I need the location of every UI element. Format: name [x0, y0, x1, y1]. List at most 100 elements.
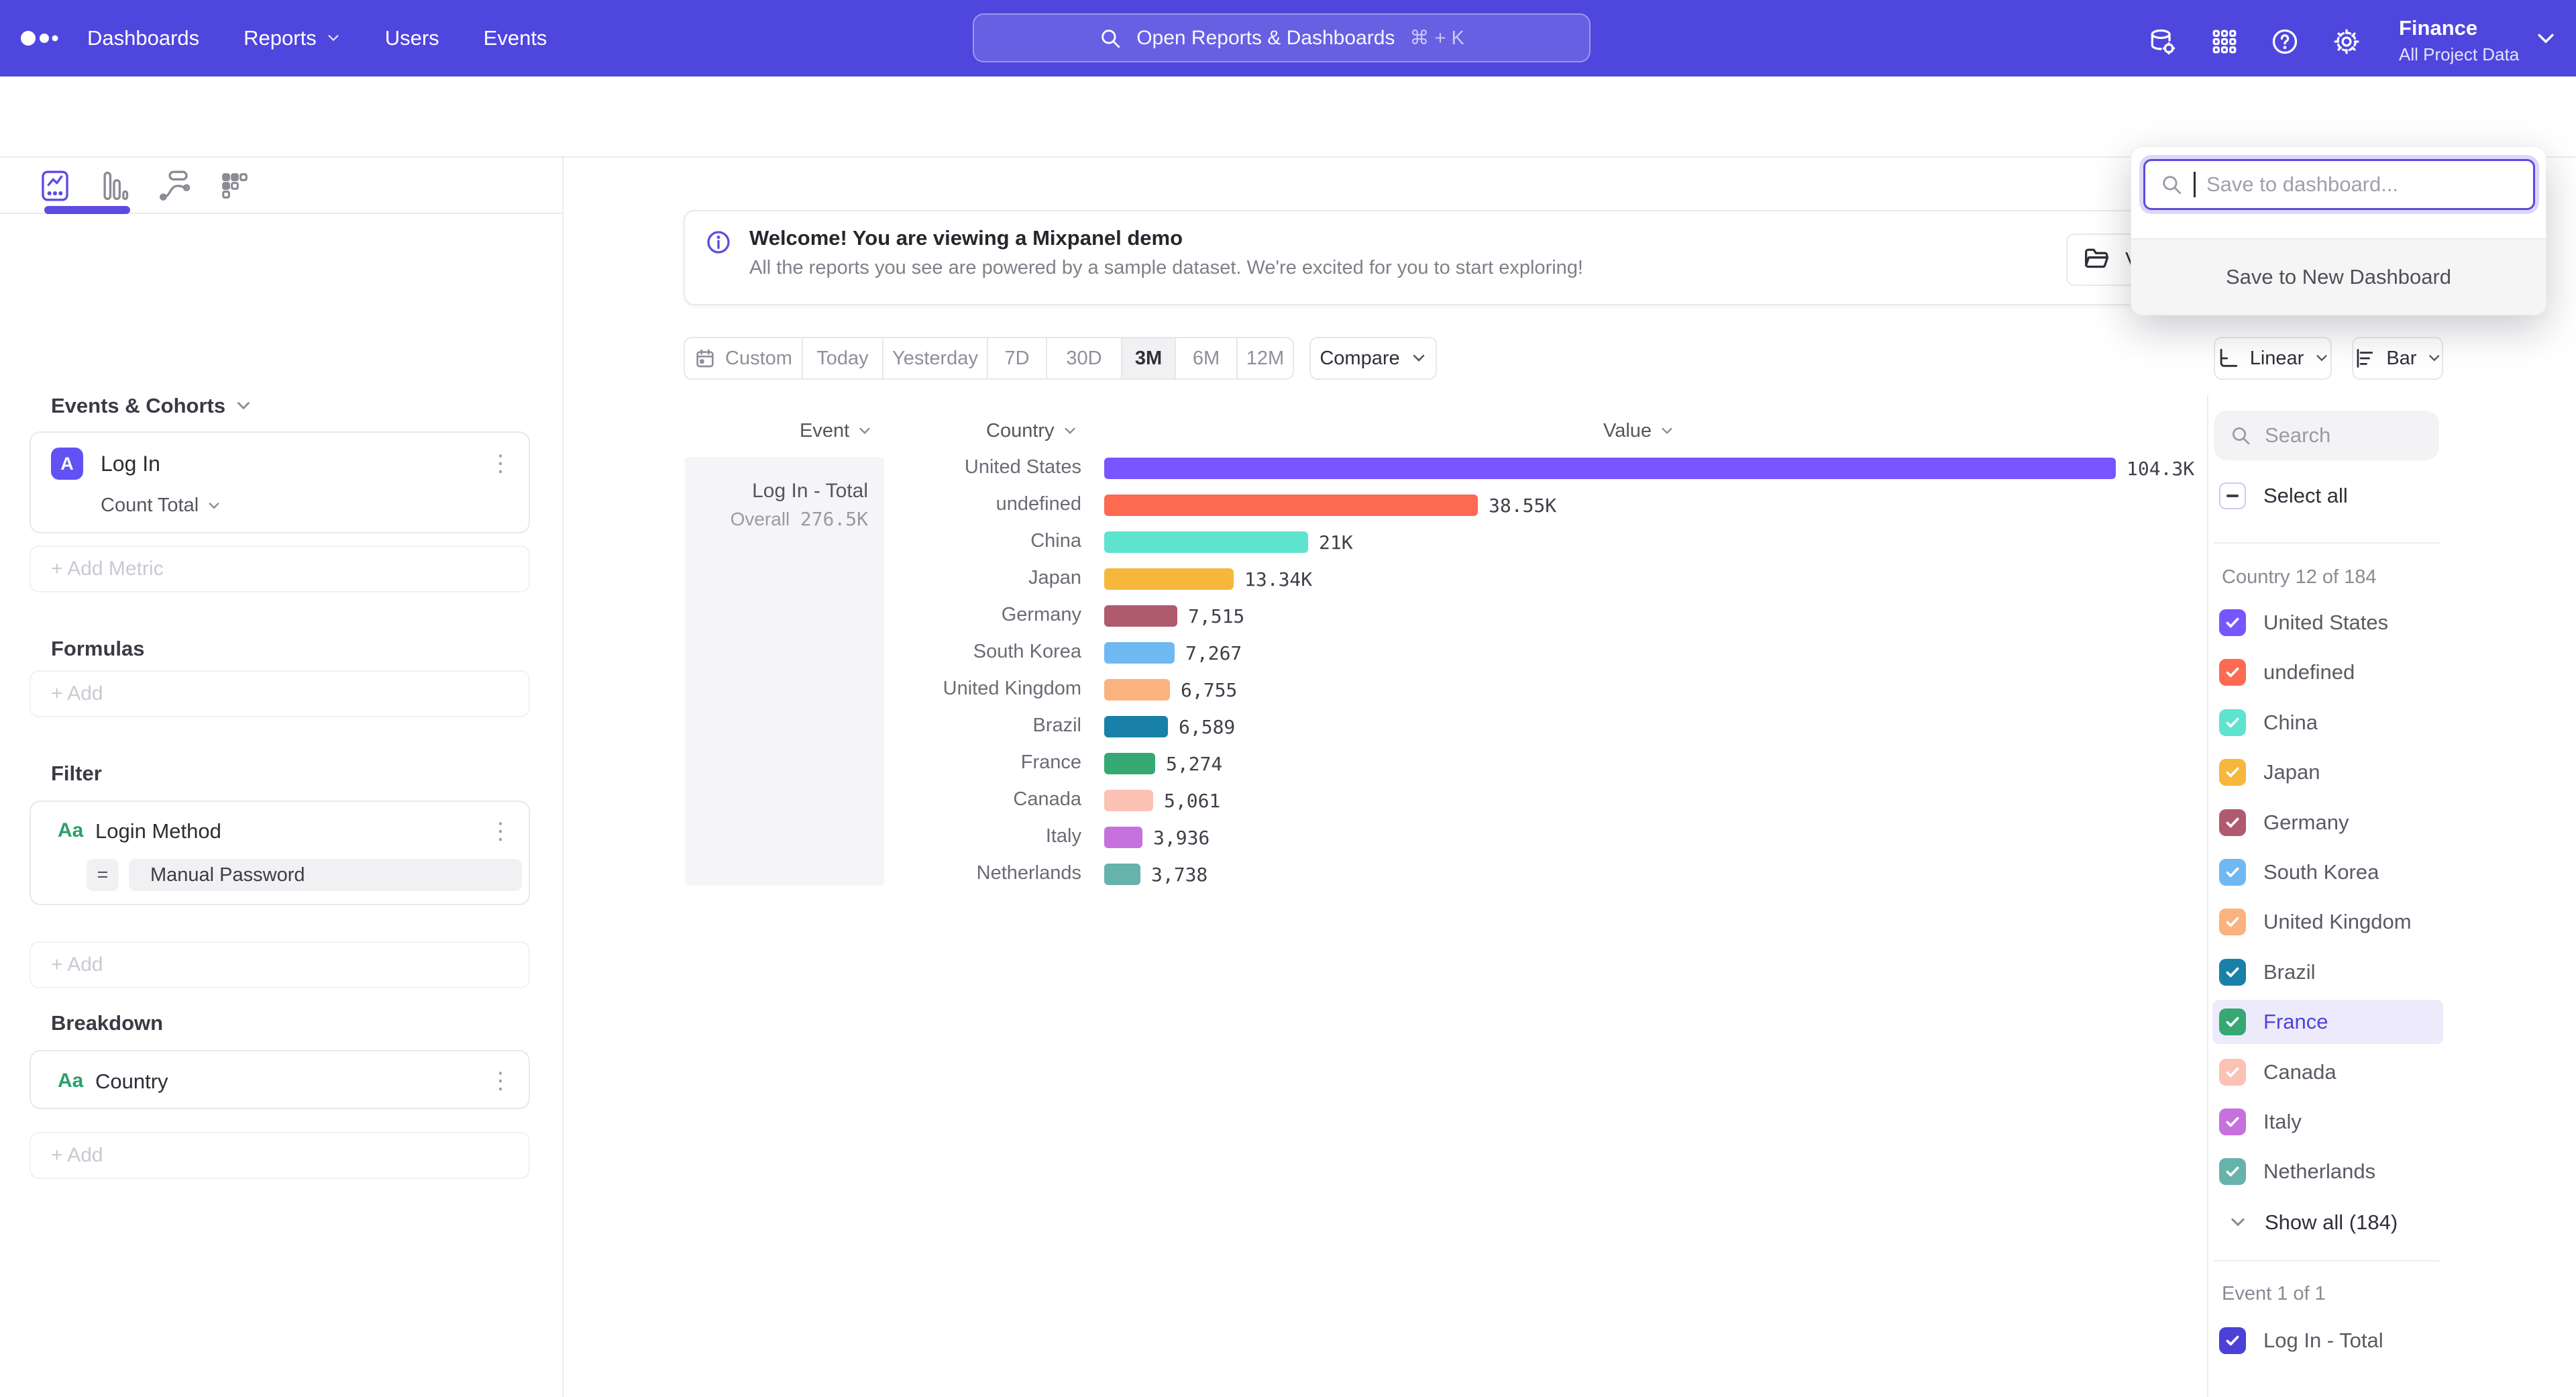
legend-item-japan[interactable]: Japan [2212, 750, 2443, 794]
select-all-row[interactable]: Select all [2212, 474, 2443, 518]
compare-button[interactable]: Compare [1309, 337, 1437, 380]
legend-item-netherlands[interactable]: Netherlands [2212, 1149, 2443, 1194]
bar-value-label: 104.3K [2127, 458, 2194, 480]
bar-brazil[interactable] [1104, 716, 1168, 737]
tab-insights[interactable] [36, 168, 74, 203]
mixpanel-logo-icon[interactable] [19, 29, 75, 48]
breakdown-card[interactable]: Aa Country ⋮ [30, 1050, 530, 1109]
legend-item-south-korea[interactable]: South Korea [2212, 850, 2443, 894]
legend-item-checkbox[interactable] [2219, 959, 2246, 986]
legend-item-checkbox[interactable] [2219, 709, 2246, 736]
legend-item-checkbox[interactable] [2219, 909, 2246, 935]
value-column-header[interactable]: Value [1603, 420, 1674, 442]
legend-item-checkbox[interactable] [2219, 859, 2246, 886]
import-data-icon[interactable] [2143, 23, 2181, 60]
legend-item-united-kingdom[interactable]: United Kingdom [2212, 900, 2443, 944]
event-summary-box[interactable]: Log In - Total Overall 276.5K [685, 457, 884, 886]
range-segment-7d[interactable]: 7D [988, 338, 1047, 378]
country-column-header[interactable]: Country [986, 420, 1077, 442]
help-icon[interactable] [2266, 23, 2304, 60]
nav-item-reports[interactable]: Reports [244, 26, 341, 50]
event-column-header[interactable]: Event [800, 420, 872, 442]
filter-operator-chip[interactable]: = [87, 859, 119, 891]
legend-event-row[interactable]: Log In - Total [2212, 1318, 2443, 1363]
bar-china[interactable] [1104, 531, 1308, 553]
bar-canada[interactable] [1104, 790, 1153, 811]
search-icon [1099, 27, 1122, 50]
apps-grid-icon[interactable] [2206, 23, 2243, 60]
nav-item-dashboards[interactable]: Dashboards [87, 26, 199, 50]
save-to-new-dashboard-button[interactable]: Save to New Dashboard [2131, 238, 2546, 315]
chart-type-button[interactable]: Bar [2352, 337, 2443, 380]
breakdown-kebab-icon[interactable]: ⋮ [487, 1068, 514, 1094]
events-cohorts-heading[interactable]: Events & Cohorts [51, 394, 252, 418]
bar-united-kingdom[interactable] [1104, 679, 1170, 701]
legend-item-canada[interactable]: Canada [2212, 1050, 2443, 1094]
select-all-checkbox[interactable] [2219, 482, 2246, 509]
nav-item-users[interactable]: Users [385, 26, 439, 50]
project-chevron-down-icon[interactable] [2534, 31, 2557, 47]
legend-item-checkbox[interactable] [2219, 809, 2246, 836]
legend-search-input[interactable]: Search [2214, 411, 2439, 460]
legend-item-checkbox[interactable] [2219, 759, 2246, 786]
range-segment-30d[interactable]: 30D [1047, 338, 1122, 378]
legend-item-checkbox[interactable] [2219, 659, 2246, 686]
bar-category-label: Germany [1002, 604, 1081, 626]
metric-card[interactable]: A Log In ⋮ Count Total [30, 431, 530, 533]
tab-flows[interactable] [156, 168, 193, 203]
legend-item-checkbox[interactable] [2219, 1008, 2246, 1035]
legend-item-undefined[interactable]: undefined [2212, 650, 2443, 694]
range-segment-today[interactable]: Today [803, 338, 883, 378]
bar-south-korea[interactable] [1104, 642, 1175, 664]
range-segment-yesterday[interactable]: Yesterday [883, 338, 988, 378]
legend-panel: Search Select all Country 12 of 184 Unit… [2207, 395, 2576, 1397]
bar-value-label: 7,515 [1188, 605, 1244, 627]
tab-retention[interactable] [216, 168, 254, 203]
date-range-control: CustomTodayYesterday7D30D3M6M12M [684, 337, 1294, 380]
range-segment-3m[interactable]: 3M [1122, 338, 1176, 378]
legend-item-germany[interactable]: Germany [2212, 800, 2443, 845]
bar-germany[interactable] [1104, 605, 1177, 627]
legend-item-checkbox[interactable] [2219, 1158, 2246, 1185]
metric-aggregation-dropdown[interactable]: Count Total [101, 495, 221, 517]
breakdown-property-name[interactable]: Country [95, 1070, 168, 1094]
add-formula-button[interactable]: + Add [30, 670, 530, 717]
event-checkbox[interactable] [2219, 1327, 2246, 1354]
legend-item-checkbox[interactable] [2219, 1108, 2246, 1135]
filter-property-name[interactable]: Login Method [95, 819, 221, 843]
bar-united-states[interactable] [1104, 458, 2116, 479]
metric-kebab-icon[interactable]: ⋮ [487, 450, 514, 477]
filter-value-chip[interactable]: Manual Password [129, 859, 522, 891]
show-all-row[interactable]: Show all (184) [2212, 1200, 2443, 1245]
add-metric-button[interactable]: + Add Metric [30, 546, 530, 592]
filter-kebab-icon[interactable]: ⋮ [487, 818, 514, 845]
legend-item-china[interactable]: China [2212, 701, 2443, 745]
range-segment-6m[interactable]: 6M [1176, 338, 1238, 378]
save-dashboard-search-input[interactable]: Save to dashboard... [2143, 159, 2535, 210]
legend-item-checkbox[interactable] [2219, 609, 2246, 636]
metric-event-name[interactable]: Log In [101, 452, 160, 476]
settings-gear-icon[interactable] [2328, 23, 2365, 60]
bar-undefined[interactable] [1104, 495, 1478, 516]
filter-card[interactable]: Aa Login Method ⋮ = Manual Password [30, 800, 530, 905]
legend-item-united-states[interactable]: United States [2212, 601, 2443, 645]
bar-japan[interactable] [1104, 568, 1234, 590]
banner-title: Welcome! You are viewing a Mixpanel demo [749, 226, 1183, 250]
range-segment-custom[interactable]: Custom [685, 338, 803, 378]
show-all-label: Show all (184) [2265, 1210, 2398, 1235]
nav-item-events[interactable]: Events [484, 26, 547, 50]
legend-item-checkbox[interactable] [2219, 1059, 2246, 1086]
bar-netherlands[interactable] [1104, 864, 1140, 885]
tab-funnels[interactable] [95, 168, 133, 203]
add-filter-button[interactable]: + Add [30, 941, 530, 988]
range-segment-12m[interactable]: 12M [1238, 338, 1293, 378]
add-breakdown-button[interactable]: + Add [30, 1132, 530, 1179]
legend-item-brazil[interactable]: Brazil [2212, 950, 2443, 994]
legend-item-italy[interactable]: Italy [2212, 1100, 2443, 1144]
bar-italy[interactable] [1104, 827, 1142, 848]
scale-selector-button[interactable]: Linear [2214, 337, 2332, 380]
bar-france[interactable] [1104, 753, 1155, 774]
project-switcher[interactable]: Finance All Project Data [2399, 16, 2519, 65]
legend-item-france[interactable]: France [2212, 1000, 2443, 1044]
global-search-input[interactable]: Open Reports & Dashboards ⌘ + K [973, 13, 1591, 62]
